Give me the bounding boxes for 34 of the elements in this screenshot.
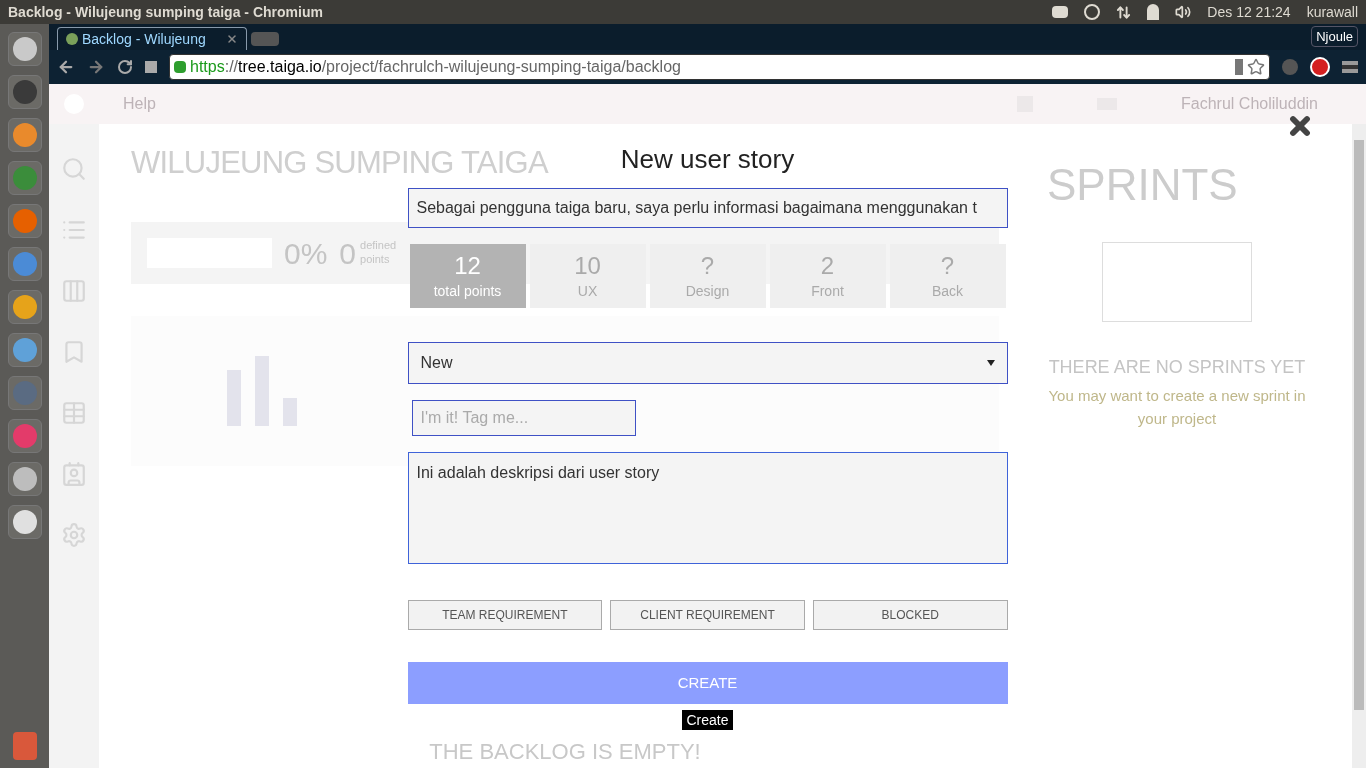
table-icon[interactable]	[61, 400, 87, 426]
user-menu[interactable]: kurawall	[1306, 1, 1358, 23]
tooltip: Create	[682, 710, 733, 730]
flag-button[interactable]: CLIENT REQUIREMENT	[610, 600, 805, 630]
forward-icon[interactable]	[87, 58, 105, 76]
flag-button[interactable]: TEAM REQUIREMENT	[407, 600, 603, 630]
new-tab-button[interactable]	[251, 32, 279, 46]
sprints-hint: You may want to create a new sprint in your project	[1047, 386, 1307, 429]
reload-icon[interactable]	[117, 59, 133, 75]
menu-icon[interactable]	[1342, 61, 1358, 73]
star-icon[interactable]	[1247, 58, 1265, 76]
modal-title: New user story	[620, 146, 795, 172]
close-icon[interactable]	[226, 33, 238, 45]
status-select[interactable]: New	[407, 342, 1008, 384]
scrollbar[interactable]	[1352, 124, 1366, 768]
subject-field[interactable]: Sebagai pengguna taiga baru, saya perlu informasi bagaimana menggunakan t	[407, 188, 1008, 228]
caret-icon	[986, 360, 995, 366]
settings-icon[interactable]	[61, 522, 87, 548]
flag-button[interactable]: BLOCKED	[812, 600, 1008, 630]
window-title: Backlog - Wilujeung sumping taiga - Chromium	[8, 2, 323, 22]
description-field[interactable]: Ini adalah deskripsi dari user story	[407, 452, 1008, 564]
search-icon[interactable]	[61, 156, 87, 182]
address-bar[interactable]: https://tree.taiga.io/project/fachrulch-wilujeung-sumping-taiga/backlog	[169, 54, 1270, 80]
volume-icon[interactable]	[1175, 4, 1192, 20]
network-icon[interactable]	[1116, 4, 1132, 20]
url-text: https://tree.taiga.io/project/fachrulch-wilujeung-sumping-taiga/backlog	[190, 57, 682, 77]
clock[interactable]: Des 12 21:24	[1207, 1, 1291, 23]
columns-icon[interactable]	[61, 278, 87, 304]
profile-button[interactable]: Njoule	[1311, 25, 1358, 47]
sprints-empty-title: THERE ARE NO SPRINTS YET	[1048, 356, 1306, 379]
bar-chart-icon	[227, 356, 297, 426]
back-icon[interactable]	[57, 58, 75, 76]
contact-icon[interactable]	[61, 461, 87, 487]
tag-field[interactable]: I'm it! Tag me...	[411, 400, 636, 436]
